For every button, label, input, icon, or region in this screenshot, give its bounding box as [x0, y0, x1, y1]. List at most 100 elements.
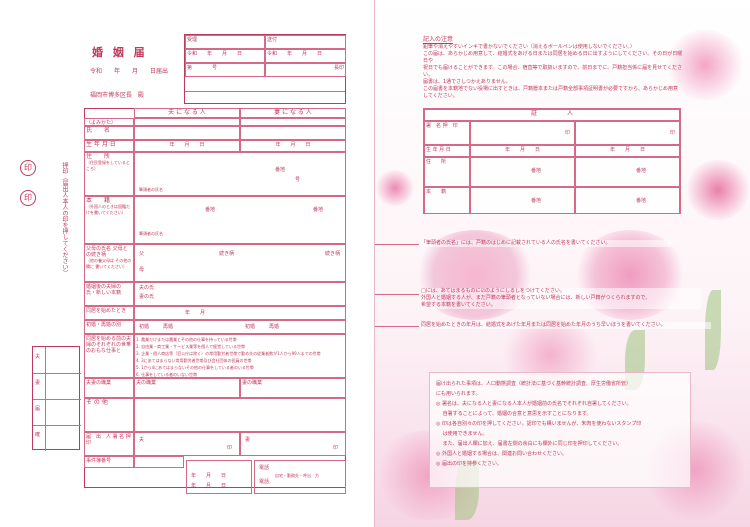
side-seal-2[interactable]: 印: [20, 190, 36, 206]
husband-furigana[interactable]: [134, 118, 240, 126]
honseki-sub: （外国人のときは国籍だけを書いてください）: [86, 204, 130, 215]
husband-column-header: 夫 に な る 人: [134, 108, 240, 118]
callout-head-name: 「筆頭者の氏名」には、戸籍のはじめに記載されている人の氏名を書いてください。: [421, 240, 671, 247]
cosmos-flower-5: [685, 160, 750, 220]
leaf-2: [705, 290, 721, 370]
cohabit-field[interactable]: 年 月: [134, 306, 346, 320]
instructions-page: 記入の注意 鉛筆や消えやすいインキで書かないでください（消えるボールペンは使用し…: [375, 0, 750, 527]
honseki-head: 筆頭者の氏名: [139, 231, 163, 236]
household-option-6[interactable]: 6. 仕事をしている者のいない世帯: [136, 371, 344, 377]
household-option-1[interactable]: 1. 農業だけまたは農業とその他の仕事を持っている世帯: [136, 336, 344, 343]
other-label: そ の 他: [84, 398, 134, 432]
husband-remarry[interactable]: 再婚: [163, 324, 173, 330]
wife-surname-option[interactable]: 妻の氏: [139, 294, 154, 300]
side-seal-note: 押印（届出人本人の印を押してください）: [61, 162, 68, 276]
info-line-4: 自署することによって、婚姻の合意と意思を示すことになります。: [436, 411, 592, 417]
witness-row-birth: 生 年 月 日: [424, 145, 470, 157]
parents-title: 父母の氏名 父母との続き柄: [86, 246, 128, 258]
husband-name[interactable]: [134, 126, 240, 140]
household-options[interactable]: 1. 農業だけまたは農業とその他の仕事を持っている世帯 2. 自由業・商工業・サ…: [134, 334, 346, 378]
other-field[interactable]: [134, 398, 346, 432]
name-label: 氏 名: [84, 126, 134, 140]
new-honseki-label: 婚姻後の夫婦の 氏・新しい本籍: [84, 282, 134, 306]
wife-furigana[interactable]: [240, 118, 346, 126]
filing-date[interactable]: 令和 年 月 日届出: [90, 66, 168, 75]
callout-cohabit: 同居を始めたときの年月は、結婚式をあげた年月または同居を始めた年月のうち早いほう…: [421, 322, 711, 329]
info-line-6: は使用できません。: [436, 431, 488, 437]
wife-remarry[interactable]: 再婚: [269, 324, 279, 330]
wife-first[interactable]: 初婚: [245, 324, 255, 330]
side-table-row-2: [33, 399, 81, 400]
previous-label: 初婚・再婚の別: [84, 320, 134, 334]
witness-2-birth[interactable]: 年 月 日: [575, 145, 680, 157]
witness-2-name[interactable]: 印: [575, 121, 680, 145]
phone-label-2: 電話: [259, 479, 270, 485]
signature-label: 届 出 人 署 名 押 印: [84, 432, 134, 456]
wife-name[interactable]: [240, 126, 346, 140]
witness-1-birth[interactable]: 年 月 日: [470, 145, 575, 157]
household-option-5[interactable]: 5. 1から4にあてはまらないその他の仕事をしている者のいる世帯: [136, 364, 344, 371]
witness-2-address[interactable]: 番地: [575, 157, 680, 187]
household-option-2[interactable]: 2. 自由業・商工業・サービス業等を個人で経営している世帯: [136, 343, 344, 350]
relation-label-husband: 続き柄: [219, 251, 235, 257]
parents-sub: （他の養父母は その他の欄に 書いてください）: [86, 258, 132, 269]
wife-signature[interactable]: 妻 印: [240, 432, 346, 456]
contact-box[interactable]: 電話 電話 自宅・勤務先・呼出 方: [254, 460, 346, 494]
witness-2-honseki-banchi: 番地: [636, 198, 647, 204]
office-name: 福岡市博多区長 殿: [90, 92, 145, 99]
parents-fields[interactable]: 父 母 続き柄 続き柄: [134, 244, 346, 282]
previous-field[interactable]: 初婚 再婚 初婚 再婚: [134, 320, 346, 334]
notice-title: 記入の注意: [423, 36, 454, 44]
witness-1-name[interactable]: 印: [470, 121, 575, 145]
witness-header: 証 人: [424, 109, 680, 121]
birth-label: 生 年 月 日: [84, 140, 134, 152]
case-number-field[interactable]: [134, 456, 184, 468]
wife-occupation[interactable]: 妻の職業: [240, 378, 346, 398]
husband-surname-option[interactable]: 夫の氏: [139, 285, 154, 291]
household-option-4[interactable]: 4. 3にあてはまらない常用勤労者世帯及び会社団体の役員の世帯: [136, 357, 344, 364]
sent-label: 送付: [265, 35, 346, 49]
notice-line-1: 鉛筆や消えやすいインキで書かないでください（消えるボールペンは使用しないでくださ…: [423, 44, 636, 50]
parents-label: 父母の氏名 父母との続き柄 （他の養父母は その他の欄に 書いてください）: [84, 244, 134, 282]
husband-signature-label: 夫: [139, 437, 145, 443]
wife-birth[interactable]: 年 月 日: [240, 140, 346, 152]
form-page: 婚 姻 届 令和 年 月 日届出 福岡市博多区長 殿 受理 送付 令和 年 月 …: [0, 0, 375, 527]
husband-first[interactable]: 初婚: [139, 324, 149, 330]
new-honseki-fields[interactable]: 夫の氏 妻の氏: [134, 282, 346, 306]
info-line-5: ◎ 印は各自別々の印を押してください。認印でも構いませんが、朱肉を使わないスタン…: [436, 421, 642, 427]
husband-signature[interactable]: 夫 印: [134, 432, 240, 456]
witness-1-address[interactable]: 番地: [470, 157, 575, 187]
witness-table: 証 人 署 名 押 印 生 年 月 日 住 所 本 籍 印 印 年 月 日 年 …: [423, 108, 681, 214]
honseki-banchi-wife: 番地: [313, 207, 324, 213]
box-ymd-2: 年 月 日: [191, 483, 227, 489]
box-ymd-1: 年 月 日: [191, 473, 227, 479]
household-option-3[interactable]: 3. 企業・個人商店等（官公庁は除く）の常用勤労者世帯で勤め先の従業者数が1人か…: [136, 350, 344, 357]
side-seal-1[interactable]: 印: [20, 160, 36, 176]
cohabit-date-box[interactable]: 年 月 日 年 月 日: [186, 460, 252, 494]
address-gou: 号: [295, 177, 301, 183]
form-title: 婚 姻 届: [92, 46, 148, 59]
husband-occupation[interactable]: 夫の職業: [134, 378, 240, 398]
husband-seal: 印: [227, 445, 233, 451]
witness-row-honseki: 本 籍: [424, 187, 470, 214]
witness-1-honseki[interactable]: 番地: [470, 187, 575, 214]
callout-2-line-3: 希望する本籍を書いてください。: [421, 302, 496, 308]
notice-text: 鉛筆や消えやすいインキで書かないでください（消えるボールペンは使用しないでくださ…: [423, 44, 683, 100]
info-line-7: また、届出人欄に加え、届書左側の余白にも欄外に同じ印を押印してください。: [436, 441, 623, 447]
sent-date: 令和 年 月 日: [265, 49, 346, 63]
husband-birth[interactable]: 年 月 日: [134, 140, 240, 152]
address-fields[interactable]: 番地 号 筆頭者の氏名: [134, 152, 346, 196]
witness-2-honseki[interactable]: 番地: [575, 187, 680, 214]
side-table-label-3: 届: [35, 406, 41, 412]
callout-arrow-3: [375, 326, 419, 327]
wife-signature-label: 妻: [245, 437, 251, 443]
witness-2-seal: 印: [670, 130, 676, 136]
notice-line-3: 祝日でも届けることができます。この場合、宿直等で取扱いますので、前日までに、戸籍…: [423, 65, 683, 78]
honseki-label: 本 籍 （外国人のときは国籍だけを書いてください）: [84, 196, 134, 244]
info-line-9: ◎ 届出の印を持参ください。: [436, 461, 502, 467]
honseki-fields[interactable]: 番地 番地 筆頭者の氏名: [134, 196, 346, 244]
witness-row-address: 住 所: [424, 157, 470, 187]
address-label: 住 所 （住民登録をしているところ）: [84, 152, 134, 196]
callout-2-line-1: □には、あてはまるものに☑のようにしるしをつけてください。: [421, 288, 565, 294]
notice-line-5: この届書を本籍地でない役場に出すときは、戸籍謄本または戸籍全部事項証明書が必要で…: [423, 86, 679, 99]
